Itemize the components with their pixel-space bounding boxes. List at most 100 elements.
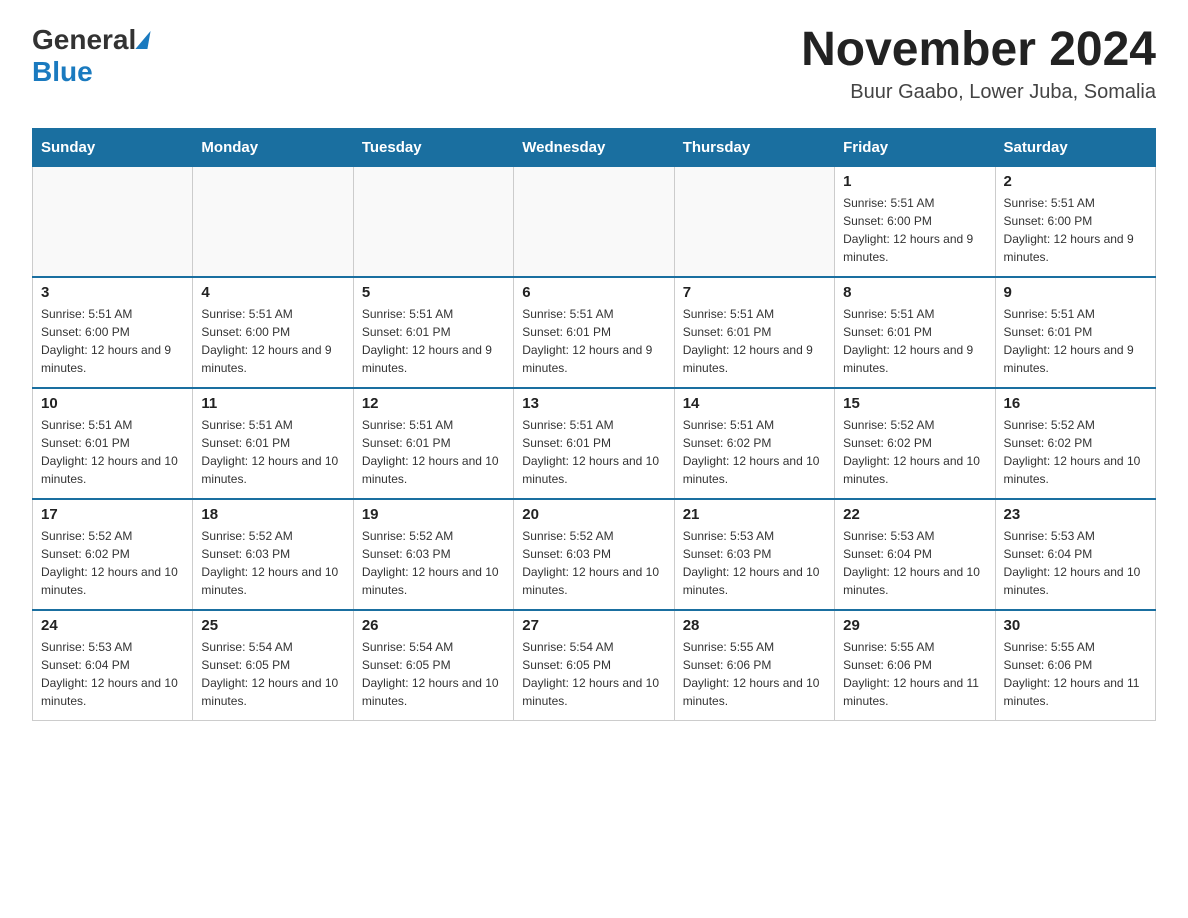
day-info: Sunrise: 5:51 AMSunset: 6:01 PMDaylight:… [843,305,986,377]
calendar-cell-w1-d4 [514,166,674,277]
day-number: 4 [201,284,344,301]
calendar-cell-w1-d7: 2 Sunrise: 5:51 AMSunset: 6:00 PMDaylight… [995,166,1155,277]
calendar-cell-w3-d5: 14 Sunrise: 5:51 AMSunset: 6:02 PMDayligh… [674,388,834,499]
calendar-week-5: 24Sunrise: 5:53 AMSunset: 6:04 PMDayligh… [33,610,1156,721]
day-number: 11 [201,395,344,412]
day-info: Sunrise: 5:52 AMSunset: 6:02 PMDaylight:… [843,416,986,488]
day-info: Sunrise: 5:53 AMSunset: 6:04 PMDaylight:… [843,527,986,599]
calendar-week-2: 3 Sunrise: 5:51 AMSunset: 6:00 PMDaylight… [33,277,1156,388]
day-number: 12 [362,395,505,412]
calendar-cell-w1-d6: 1 Sunrise: 5:51 AMSunset: 6:00 PMDaylight… [835,166,995,277]
day-info: Sunrise: 5:51 AMSunset: 6:01 PMDaylight:… [201,416,344,488]
col-tuesday: Tuesday [353,128,513,166]
day-info: Sunrise: 5:53 AMSunset: 6:03 PMDaylight:… [683,527,826,599]
col-friday: Friday [835,128,995,166]
calendar-cell-w5-d7: 30 Sunrise: 5:55 AMSunset: 6:06 PMDayligh… [995,610,1155,721]
day-number: 29 [843,617,986,634]
calendar-cell-w4-d7: 23 Sunrise: 5:53 AMSunset: 6:04 PMDayligh… [995,499,1155,610]
calendar-week-3: 10Sunrise: 5:51 AMSunset: 6:01 PMDayligh… [33,388,1156,499]
day-info: Sunrise: 5:55 AMSunset: 6:06 PMDaylight:… [683,638,826,710]
calendar-cell-w5-d4: 27 Sunrise: 5:54 AMSunset: 6:05 PMDayligh… [514,610,674,721]
calendar-cell-w4-d2: 18Sunrise: 5:52 AMSunset: 6:03 PMDayligh… [193,499,353,610]
day-number: 27 [522,617,665,634]
day-info: Sunrise: 5:51 AMSunset: 6:00 PMDaylight:… [843,194,986,266]
day-info: Sunrise: 5:51 AMSunset: 6:01 PMDaylight:… [522,305,665,377]
calendar-cell-w4-d1: 17 Sunrise: 5:52 AMSunset: 6:02 PMDayligh… [33,499,193,610]
day-info: Sunrise: 5:51 AMSunset: 6:01 PMDaylight:… [1004,305,1147,377]
calendar-cell-w1-d5 [674,166,834,277]
col-saturday: Saturday [995,128,1155,166]
day-number: 2 [1004,173,1147,190]
day-number: 16 [1004,395,1147,412]
calendar-cell-w4-d4: 20 Sunrise: 5:52 AMSunset: 6:03 PMDayligh… [514,499,674,610]
calendar-cell-w1-d3 [353,166,513,277]
logo-blue-text: Blue [32,56,93,88]
month-title: November 2024 [801,24,1156,77]
calendar-cell-w5-d1: 24Sunrise: 5:53 AMSunset: 6:04 PMDayligh… [33,610,193,721]
col-wednesday: Wednesday [514,128,674,166]
calendar-cell-w2-d7: 9 Sunrise: 5:51 AMSunset: 6:01 PMDaylight… [995,277,1155,388]
day-info: Sunrise: 5:52 AMSunset: 6:02 PMDaylight:… [1004,416,1147,488]
header: General Blue November 2024 Buur Gaabo, L… [32,24,1156,104]
col-sunday: Sunday [33,128,193,166]
calendar-cell-w2-d5: 7 Sunrise: 5:51 AMSunset: 6:01 PMDaylight… [674,277,834,388]
day-info: Sunrise: 5:54 AMSunset: 6:05 PMDaylight:… [201,638,344,710]
day-number: 30 [1004,617,1147,634]
day-number: 23 [1004,506,1147,523]
day-number: 20 [522,506,665,523]
day-info: Sunrise: 5:51 AMSunset: 6:01 PMDaylight:… [362,305,505,377]
calendar-cell-w2-d3: 5 Sunrise: 5:51 AMSunset: 6:01 PMDaylight… [353,277,513,388]
day-info: Sunrise: 5:53 AMSunset: 6:04 PMDaylight:… [41,638,184,710]
calendar-cell-w5-d6: 29Sunrise: 5:55 AMSunset: 6:06 PMDayligh… [835,610,995,721]
day-number: 1 [843,173,986,190]
day-info: Sunrise: 5:52 AMSunset: 6:03 PMDaylight:… [522,527,665,599]
calendar-table: Sunday Monday Tuesday Wednesday Thursday… [32,128,1156,721]
day-number: 21 [683,506,826,523]
calendar-cell-w4-d3: 19Sunrise: 5:52 AMSunset: 6:03 PMDayligh… [353,499,513,610]
calendar-cell-w3-d2: 11 Sunrise: 5:51 AMSunset: 6:01 PMDayligh… [193,388,353,499]
logo-general-text: General [32,24,136,56]
day-info: Sunrise: 5:51 AMSunset: 6:01 PMDaylight:… [362,416,505,488]
day-number: 17 [41,506,184,523]
day-info: Sunrise: 5:52 AMSunset: 6:02 PMDaylight:… [41,527,184,599]
day-info: Sunrise: 5:52 AMSunset: 6:03 PMDaylight:… [201,527,344,599]
calendar-week-1: 1 Sunrise: 5:51 AMSunset: 6:00 PMDaylight… [33,166,1156,277]
calendar-cell-w4-d6: 22 Sunrise: 5:53 AMSunset: 6:04 PMDayligh… [835,499,995,610]
day-info: Sunrise: 5:54 AMSunset: 6:05 PMDaylight:… [522,638,665,710]
calendar-cell-w3-d6: 15Sunrise: 5:52 AMSunset: 6:02 PMDayligh… [835,388,995,499]
calendar-cell-w3-d3: 12 Sunrise: 5:51 AMSunset: 6:01 PMDayligh… [353,388,513,499]
day-number: 14 [683,395,826,412]
day-number: 5 [362,284,505,301]
calendar-cell-w3-d7: 16 Sunrise: 5:52 AMSunset: 6:02 PMDayligh… [995,388,1155,499]
calendar-cell-w1-d1 [33,166,193,277]
day-info: Sunrise: 5:51 AMSunset: 6:00 PMDaylight:… [41,305,184,377]
calendar-cell-w4-d5: 21 Sunrise: 5:53 AMSunset: 6:03 PMDayligh… [674,499,834,610]
title-area: November 2024 Buur Gaabo, Lower Juba, So… [801,24,1156,104]
day-info: Sunrise: 5:53 AMSunset: 6:04 PMDaylight:… [1004,527,1147,599]
day-info: Sunrise: 5:51 AMSunset: 6:00 PMDaylight:… [1004,194,1147,266]
day-number: 13 [522,395,665,412]
day-info: Sunrise: 5:51 AMSunset: 6:01 PMDaylight:… [522,416,665,488]
day-number: 8 [843,284,986,301]
calendar-cell-w3-d1: 10Sunrise: 5:51 AMSunset: 6:01 PMDayligh… [33,388,193,499]
day-info: Sunrise: 5:51 AMSunset: 6:01 PMDaylight:… [41,416,184,488]
col-thursday: Thursday [674,128,834,166]
calendar-cell-w3-d4: 13 Sunrise: 5:51 AMSunset: 6:01 PMDayligh… [514,388,674,499]
day-number: 7 [683,284,826,301]
calendar-cell-w2-d1: 3 Sunrise: 5:51 AMSunset: 6:00 PMDaylight… [33,277,193,388]
day-number: 25 [201,617,344,634]
day-number: 22 [843,506,986,523]
day-number: 6 [522,284,665,301]
day-info: Sunrise: 5:51 AMSunset: 6:02 PMDaylight:… [683,416,826,488]
location-title: Buur Gaabo, Lower Juba, Somalia [801,81,1156,104]
day-number: 3 [41,284,184,301]
day-number: 26 [362,617,505,634]
day-info: Sunrise: 5:51 AMSunset: 6:01 PMDaylight:… [683,305,826,377]
day-number: 9 [1004,284,1147,301]
day-info: Sunrise: 5:55 AMSunset: 6:06 PMDaylight:… [1004,638,1147,710]
col-monday: Monday [193,128,353,166]
logo-arrow-icon [136,31,151,49]
calendar-cell-w1-d2 [193,166,353,277]
calendar-week-4: 17 Sunrise: 5:52 AMSunset: 6:02 PMDayligh… [33,499,1156,610]
calendar-cell-w2-d2: 4Sunrise: 5:51 AMSunset: 6:00 PMDaylight… [193,277,353,388]
